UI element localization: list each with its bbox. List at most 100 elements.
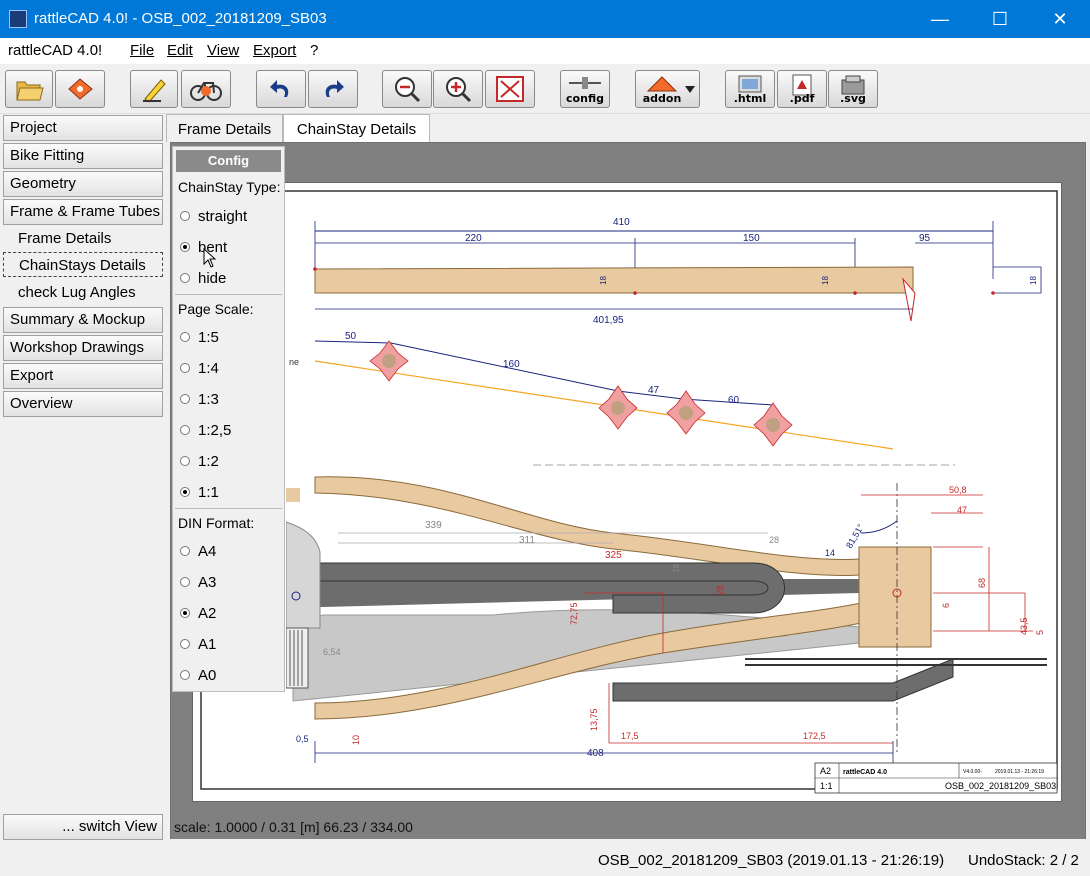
undo-icon bbox=[270, 80, 289, 97]
export-svg-button[interactable]: .svg bbox=[828, 70, 878, 108]
config-panel: Config ChainStay Type: straight bent hid… bbox=[172, 146, 285, 692]
dim-50: 50 bbox=[345, 331, 357, 342]
bend-handles bbox=[369, 340, 793, 447]
dim-5: 5 bbox=[1035, 630, 1045, 635]
tab-chainstay-details[interactable]: ChainStay Details bbox=[283, 114, 430, 143]
fit-view-icon bbox=[496, 76, 524, 102]
switch-view-button[interactable]: ... switch View bbox=[3, 814, 163, 840]
nav-project[interactable]: Project bbox=[3, 115, 163, 141]
export-html-button[interactable]: .html bbox=[725, 70, 775, 108]
dim-18b: 18 bbox=[821, 276, 830, 285]
zoom-in-icon bbox=[446, 77, 472, 103]
dim-0-5: 0,5 bbox=[296, 734, 309, 744]
fit-view-button[interactable] bbox=[485, 70, 535, 108]
folder-icon bbox=[16, 81, 44, 101]
redo-icon bbox=[325, 80, 344, 97]
dim-172-5: 172,5 bbox=[803, 731, 826, 741]
radio-scale-1-2[interactable]: 1:2 bbox=[180, 453, 219, 470]
menu-file[interactable]: File bbox=[130, 42, 154, 59]
dim-401-95: 401,95 bbox=[593, 315, 624, 326]
dim-160: 160 bbox=[503, 359, 520, 370]
dim-18c: 18 bbox=[1029, 276, 1038, 285]
dim-339: 339 bbox=[425, 520, 442, 531]
radio-din-a0[interactable]: A0 bbox=[180, 667, 216, 684]
chevron-down-icon bbox=[685, 86, 695, 93]
left-panel: Project Bike Fitting Geometry Frame & Fr… bbox=[0, 114, 166, 844]
config-header: Config bbox=[176, 150, 281, 172]
radio-scale-1-4[interactable]: 1:4 bbox=[180, 360, 219, 377]
zoom-in-button[interactable] bbox=[433, 70, 483, 108]
window-title: rattleCAD 4.0! - OSB_002_20181209_SB03 bbox=[34, 10, 327, 27]
nav-summary-mockup[interactable]: Summary & Mockup bbox=[3, 307, 163, 333]
zoom-out-button[interactable] bbox=[382, 70, 432, 108]
nav-workshop-drawings[interactable]: Workshop Drawings bbox=[3, 335, 163, 361]
menu-view[interactable]: View bbox=[207, 42, 239, 59]
config-button[interactable]: config bbox=[560, 70, 610, 108]
menu-export[interactable]: Export bbox=[253, 42, 296, 59]
close-button[interactable]: ✕ bbox=[1030, 0, 1090, 38]
tb-date: 2019.01.13 - 21:26:19 bbox=[995, 769, 1044, 775]
dim-95: 95 bbox=[919, 233, 931, 244]
redo-button[interactable] bbox=[308, 70, 358, 108]
dim-50-8: 50,8 bbox=[949, 485, 967, 495]
radio-straight[interactable]: straight bbox=[180, 208, 247, 225]
chainstay-side-upper bbox=[314, 476, 862, 576]
tb-app: rattleCAD 4.0 bbox=[843, 769, 887, 776]
radio-din-a2[interactable]: A2 bbox=[180, 605, 216, 622]
tab-frame-details[interactable]: Frame Details bbox=[166, 114, 283, 142]
nav-export[interactable]: Export bbox=[3, 363, 163, 389]
top-view: 410 220 150 95 18 18 18 401,95 bbox=[313, 217, 1042, 326]
rear-hub bbox=[286, 488, 321, 689]
tb-file: OSB_002_20181209_SB03 bbox=[945, 781, 1056, 791]
menu-help[interactable]: ? bbox=[310, 42, 318, 59]
menu-bar: rattleCAD 4.0! File Edit View Export ? bbox=[0, 38, 1090, 64]
export-pdf-button[interactable]: .pdf bbox=[777, 70, 827, 108]
nav-check-lug-angles[interactable]: check Lug Angles bbox=[3, 280, 163, 305]
scale-status: scale: 1.0000 / 0.31 [m] 66.23 / 334.00 bbox=[171, 815, 1085, 839]
dim-angle: 81,51° bbox=[844, 522, 866, 550]
bike-render-button[interactable] bbox=[181, 70, 231, 108]
dim-72-75: 72,75 bbox=[569, 602, 579, 625]
nav-geometry[interactable]: Geometry bbox=[3, 171, 163, 197]
dim-17-5: 17,5 bbox=[621, 731, 639, 741]
maximize-button[interactable]: ☐ bbox=[970, 0, 1030, 38]
edit-button[interactable] bbox=[130, 70, 178, 108]
toolbar: config addon .html .pdf .svg bbox=[0, 64, 1090, 114]
dim-18d: 18 bbox=[672, 564, 681, 573]
pencil-icon bbox=[143, 79, 166, 103]
radio-din-a3[interactable]: A3 bbox=[180, 574, 216, 591]
dim-47: 47 bbox=[648, 385, 660, 396]
menu-edit[interactable]: Edit bbox=[167, 42, 193, 59]
undo-button[interactable] bbox=[256, 70, 306, 108]
nav-bike-fitting[interactable]: Bike Fitting bbox=[3, 143, 163, 169]
bike-icon bbox=[190, 82, 222, 101]
minimize-button[interactable]: — bbox=[910, 0, 970, 38]
mouse-cursor-icon bbox=[203, 248, 217, 268]
dim-410: 410 bbox=[613, 217, 630, 228]
nav-chainstays-details[interactable]: ChainStays Details bbox=[3, 252, 163, 277]
open-template-button[interactable] bbox=[55, 70, 105, 108]
radio-scale-1-3[interactable]: 1:3 bbox=[180, 391, 219, 408]
status-bar: OSB_002_20181209_SB03 (2019.01.13 - 21:2… bbox=[0, 844, 1090, 876]
status-file: OSB_002_20181209_SB03 (2019.01.13 - 21:2… bbox=[598, 852, 945, 869]
slider-icon bbox=[569, 77, 601, 89]
dim-14: 14 bbox=[825, 548, 835, 558]
side-view: 339 311 325 28 18 28 14 81,51° 50,8 47 6… bbox=[292, 476, 1047, 763]
title-bar: rattleCAD 4.0! - OSB_002_20181209_SB03 —… bbox=[0, 0, 1090, 38]
nav-overview[interactable]: Overview bbox=[3, 391, 163, 417]
radio-scale-1-5[interactable]: 1:5 bbox=[180, 329, 219, 346]
radio-hide[interactable]: hide bbox=[180, 270, 226, 287]
radio-scale-1-2-5[interactable]: 1:2,5 bbox=[180, 422, 231, 439]
radio-din-a4[interactable]: A4 bbox=[180, 543, 216, 560]
radio-din-a1[interactable]: A1 bbox=[180, 636, 216, 653]
dim-10: 10 bbox=[351, 735, 361, 745]
title-block: A2 rattleCAD 4.0 V4.0.00- 2019.01.13 - 2… bbox=[814, 762, 1058, 794]
radio-scale-1-1[interactable]: 1:1 bbox=[180, 484, 219, 501]
addon-button[interactable]: addon bbox=[635, 70, 700, 108]
menu-app-label: rattleCAD 4.0! bbox=[8, 42, 103, 59]
dim-60: 60 bbox=[728, 395, 740, 406]
nav-frame-details[interactable]: Frame Details bbox=[3, 226, 163, 251]
nav-frame-tubes[interactable]: Frame & Frame Tubes bbox=[3, 199, 163, 225]
open-file-button[interactable] bbox=[5, 70, 53, 108]
dim-408: 408 bbox=[587, 748, 604, 759]
